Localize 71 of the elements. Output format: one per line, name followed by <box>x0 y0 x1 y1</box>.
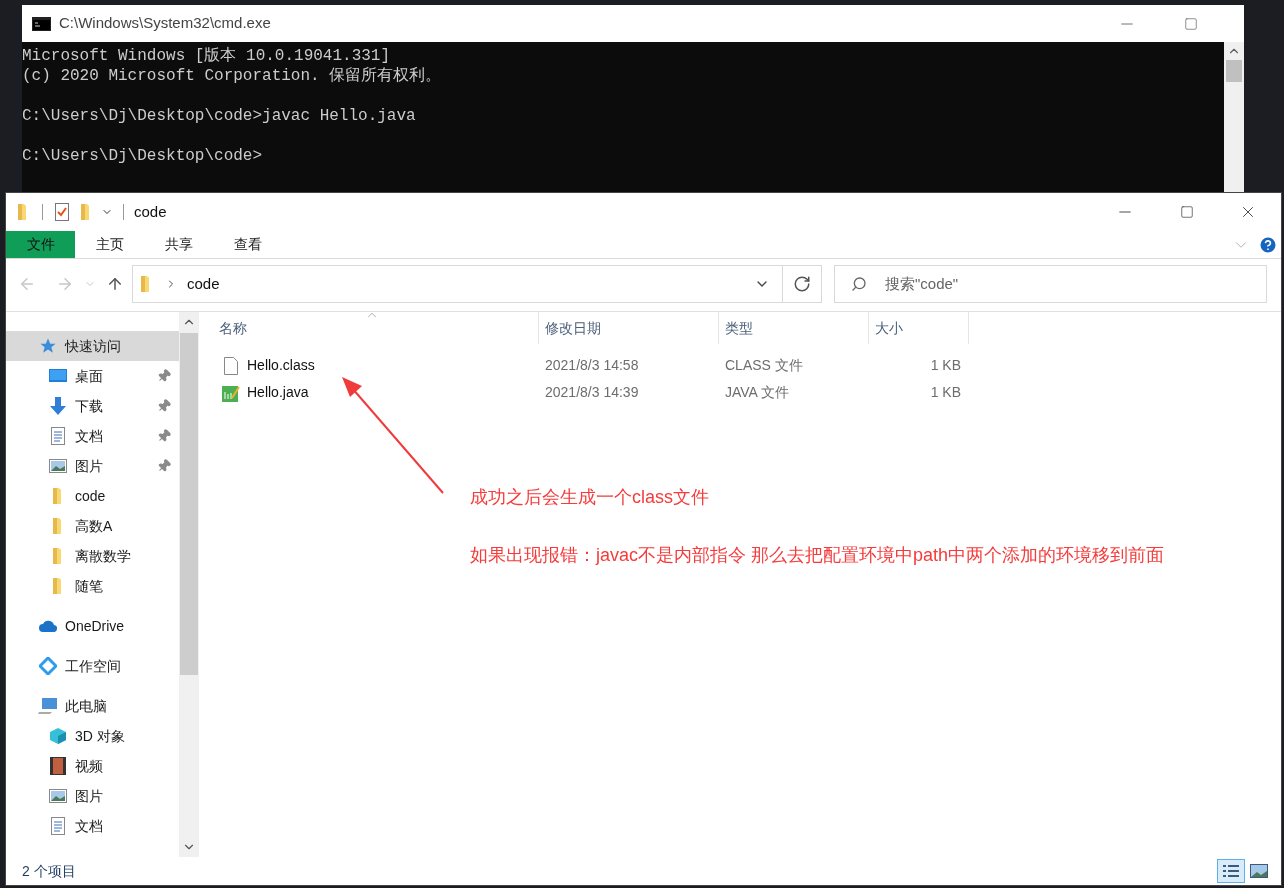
cube-icon <box>49 727 67 745</box>
file-name[interactable]: Hello.class <box>247 355 315 376</box>
modified-date: 2021/8/3 14:39 <box>545 384 639 400</box>
checkmark-document-icon[interactable] <box>55 203 69 221</box>
nav-item[interactable]: 离散数学 <box>6 541 179 571</box>
nav-item[interactable]: 快速访问 <box>6 331 179 361</box>
computer-icon <box>38 697 58 715</box>
nav-item[interactable]: 视频 <box>6 751 179 781</box>
terminal-icon <box>32 16 51 31</box>
monitor-icon <box>49 369 67 383</box>
console-line: C:\Users\Dj\Desktop\code>javac Hello.java <box>22 106 416 126</box>
file-size: 1 KB <box>930 356 961 375</box>
ribbon-tab[interactable]: 共享 <box>144 231 213 258</box>
nav-item[interactable]: 下载 <box>6 391 179 421</box>
console-line: (c) 2020 Microsoft Corporation. 保留所有权利。 <box>22 66 442 86</box>
window-title: C:\Windows\System32\cmd.exe <box>59 13 271 34</box>
ribbon-tab[interactable]: 主页 <box>75 231 144 258</box>
film-icon <box>50 757 66 775</box>
list-icon <box>1222 864 1240 878</box>
nav-item[interactable]: 高数A <box>6 511 179 541</box>
column-header[interactable]: 类型 <box>719 312 869 344</box>
file-name[interactable]: Hello.java <box>247 382 309 403</box>
search-icon <box>851 276 867 292</box>
nav-item[interactable]: 图片 <box>6 451 179 481</box>
maximize-icon[interactable] <box>1180 205 1194 219</box>
annotation-text: 如果出现报错：javac不是内部指令 那么去把配置环境中path中两个添加的环境移到前面 <box>470 544 1165 567</box>
ribbon-tab[interactable]: 文件 <box>6 231 75 258</box>
nav-item[interactable]: OneDrive <box>6 611 179 641</box>
breadcrumb[interactable]: code <box>187 272 220 296</box>
window-title: code <box>134 201 167 222</box>
refresh-icon[interactable] <box>793 275 811 293</box>
annotation-text: 成功之后会生成一个class文件 <box>470 486 709 509</box>
diamond-icon <box>39 657 57 675</box>
java-file-icon <box>222 383 240 402</box>
search-field[interactable]: 搜索"code" <box>834 265 1267 303</box>
cloud-icon <box>38 619 58 633</box>
nav-item[interactable]: 3D 对象 <box>6 721 179 751</box>
document-icon <box>51 427 65 445</box>
search-placeholder: 搜索"code" <box>885 273 959 294</box>
address-bar[interactable]: code <box>132 265 822 303</box>
scroll-thumb[interactable] <box>180 333 198 675</box>
download-arrow-icon <box>50 397 66 415</box>
nav-item[interactable]: 文档 <box>6 811 179 841</box>
console-line: Microsoft Windows [版本 10.0.19041.331] <box>22 46 391 66</box>
file-size: 1 KB <box>930 383 961 402</box>
up-icon[interactable] <box>106 275 124 293</box>
modified-date: 2021/8/3 14:58 <box>545 357 639 373</box>
file-type: JAVA 文件 <box>725 384 790 400</box>
help-icon[interactable] <box>1258 234 1278 255</box>
file-type: CLASS 文件 <box>725 357 803 373</box>
scroll-thumb[interactable] <box>1226 60 1242 82</box>
nav-item[interactable]: 工作空间 <box>6 651 179 681</box>
nav-item[interactable]: 图片 <box>6 781 179 811</box>
details-view-button[interactable] <box>1217 859 1245 883</box>
nav-item[interactable]: code <box>6 481 179 511</box>
nav-item[interactable]: 文档 <box>6 421 179 451</box>
picture-icon <box>49 459 67 473</box>
nav-item[interactable]: 桌面 <box>6 361 179 391</box>
nav-item[interactable]: 此电脑 <box>6 691 179 721</box>
console-line: C:\Users\Dj\Desktop\code> <box>22 146 263 166</box>
star-icon <box>39 337 57 355</box>
ribbon-tab[interactable]: 查看 <box>213 231 282 258</box>
column-header[interactable]: 修改日期 <box>539 312 719 344</box>
column-header[interactable]: 名称 <box>213 312 539 344</box>
status-text: 2 个项目 <box>22 861 76 881</box>
document-icon <box>51 817 65 835</box>
blank-file-icon <box>224 356 238 375</box>
picture-icon <box>49 789 67 803</box>
column-header[interactable]: 大小 <box>869 312 969 344</box>
nav-item[interactable]: 随笔 <box>6 571 179 601</box>
picture-icon <box>1250 864 1268 878</box>
